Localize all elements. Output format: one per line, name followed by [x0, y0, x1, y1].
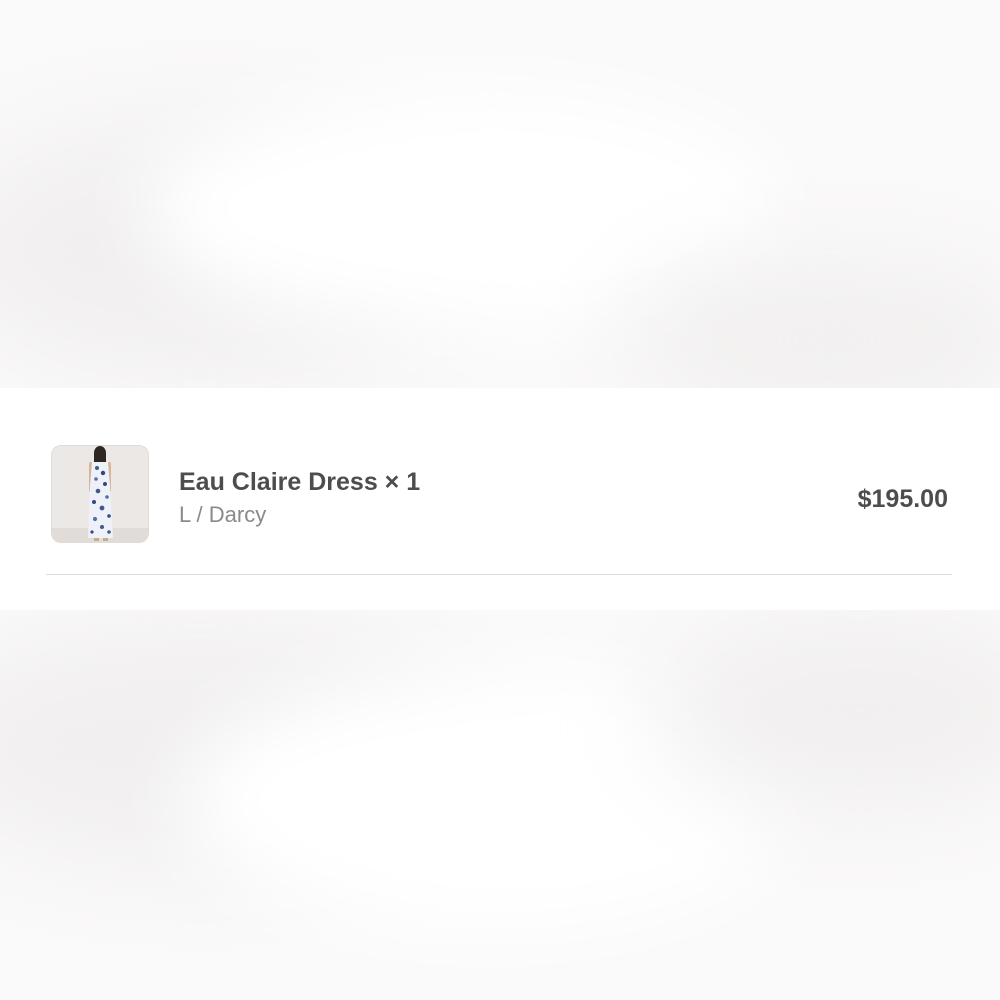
blurred-background-bottom [0, 610, 1000, 1000]
cart-line-item-section: Eau Claire Dress × 1 L / Darcy $195.00 [0, 388, 1000, 610]
product-thumbnail[interactable] [51, 445, 149, 543]
cart-line-item[interactable]: Eau Claire Dress × 1 L / Darcy $195.00 [46, 388, 952, 574]
divider [46, 574, 952, 575]
blurred-background-top [0, 0, 1000, 388]
dress-photo-icon [52, 446, 148, 542]
line-item-price: $195.00 [857, 485, 948, 513]
product-title: Eau Claire Dress × 1 [179, 468, 421, 496]
product-variant: L / Darcy [179, 502, 267, 527]
order-summary-page: Eau Claire Dress × 1 L / Darcy $195.00 [0, 0, 1000, 1000]
